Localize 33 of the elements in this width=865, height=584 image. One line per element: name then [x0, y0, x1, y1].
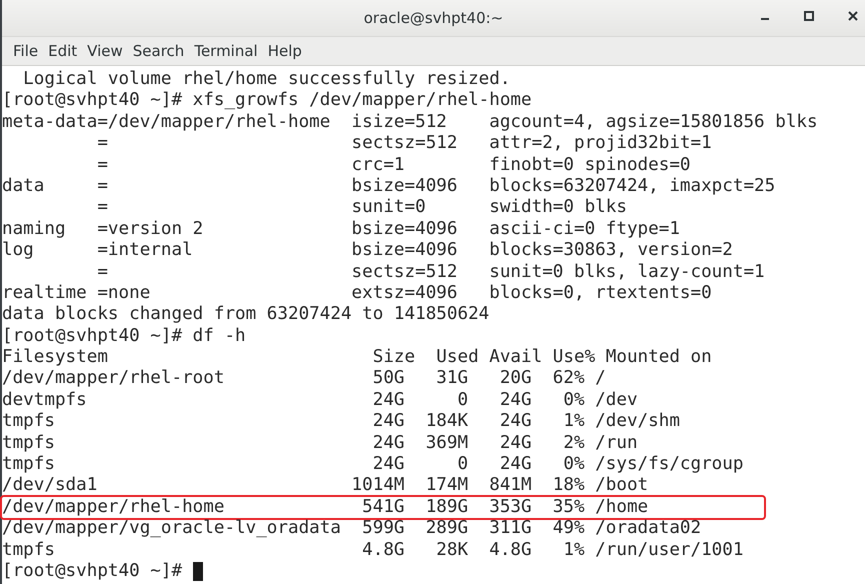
terminal-line: data = bsize=4096 blocks=63207424, imaxpct=25	[2, 176, 776, 198]
terminal-line: tmpfs 4.8G 28K 4.8G 1% /run/user/1001	[2, 540, 744, 561]
terminal-line: data blocks changed from 63207424 to 141850624	[2, 304, 490, 326]
window-title: oracle@svhpt40:~	[364, 9, 504, 27]
terminal-line: naming =version 2 bsize=4096 ascii-ci=0 ftype=1	[2, 218, 680, 240]
terminal-line: tmpfs 24G 184K 24G 1% /dev/shm	[2, 411, 680, 433]
terminal-line: tmpfs 24G 0 24G 0% /sys/fs/cgroup	[2, 454, 744, 476]
maximize-icon[interactable]	[803, 10, 815, 22]
terminal-line: /dev/sda1 1014M 174M 841M 18% /boot	[2, 475, 648, 497]
terminal-line: /dev/mapper/rhel-root 50G 31G 20G 62% /	[2, 368, 606, 390]
close-icon[interactable]	[847, 10, 859, 22]
terminal-line: log =internal bsize=4096 blocks=30863, version=2	[2, 240, 733, 262]
terminal-line: = sectsz=512 sunit=0 blks, lazy-count=1	[96, 262, 765, 283]
menu-item[interactable]: Help	[266, 42, 309, 60]
terminal-line: = sectsz=512 attr=2, projid32bit=1	[96, 133, 712, 155]
terminal-line: = crc=1 finobt=0 spinodes=0	[96, 154, 691, 176]
highlighted-terminal-line: /dev/mapper/rhel-home 541G 189G 353G 35% /home	[2, 496, 764, 518]
terminal-line: [root@svhpt40 ~]#	[2, 560, 184, 582]
terminal-line: [root@svhpt40 ~]# df -h	[2, 326, 246, 348]
menu-item[interactable]: Terminal	[193, 42, 265, 60]
terminal-line: tmpfs 24G 369M 24G 2% /run	[2, 432, 638, 454]
terminal-line: = sunit=0 swidth=0 blks	[96, 197, 627, 219]
terminal-line: Logical volume rhel/home successfully resized.	[22, 69, 510, 90]
menu-item[interactable]: Edit	[47, 42, 84, 60]
terminal-line: Filesystem Size Used Avail Use% Mounted on	[2, 347, 712, 368]
terminal-line: [root@svhpt40 ~]# xfs_growfs /dev/mapper/rhel-home	[2, 90, 532, 112]
terminal-line: meta-data=/dev/mapper/rhel-home isize=512 agcount=4, agsize=15801856 blks	[2, 112, 818, 134]
terminal-line: /dev/mapper/vg_oracle-lv_oradata 599G 289G 311G 49% /oradata02	[2, 518, 702, 540]
menu-item[interactable]: Search	[132, 42, 192, 60]
terminal-line: realtime =none extsz=4096 blocks=0, rtextents=0	[2, 282, 712, 304]
menu-item[interactable]: File	[12, 42, 46, 60]
menu-item[interactable]: View	[86, 42, 130, 60]
terminal-line: devtmpfs 24G 0 24G 0% /dev	[2, 390, 638, 412]
